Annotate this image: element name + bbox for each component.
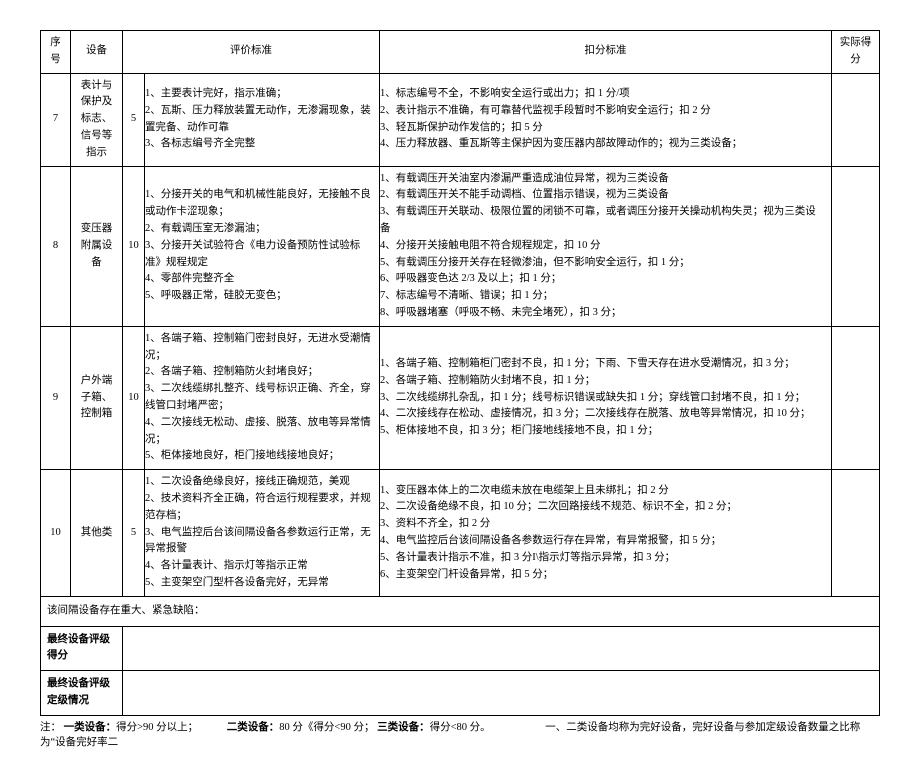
table-row: 7表计与保护及标志、信号等指示51、主要表计完好，指示准确；2、瓦斯、压力释放装… [41,73,880,166]
defect-row: 该间隔设备存在重大、紧急缺陷： [41,596,880,626]
cell-eval: 1、分接开关的电气和机械性能良好，无接触不良或动作卡涩现象；2、有载调压室无渗漏… [145,166,380,326]
cell-score [832,326,880,469]
col-dev: 设备 [71,31,123,74]
cell-score [832,470,880,597]
cell-ded: 1、各端子箱、控制箱柜门密封不良，扣 1 分；下雨、下雪天存在进水受潮情况，扣 … [380,326,832,469]
cell-weight: 5 [123,73,145,166]
col-score: 实际得分 [832,31,880,74]
table-row: 10其他类51、二次设备绝缘良好，接线正确规范，美观2、技术资料齐全正确，符合运… [41,470,880,597]
header-row: 序号 设备 评价标准 扣分标准 实际得分 [41,31,880,74]
cell-ded: 1、有载调压开关油室内渗漏严重造成油位异常，视为三类设备2、有载调压开关不能手动… [380,166,832,326]
col-ded: 扣分标准 [380,31,832,74]
final-grade-row: 最终设备评级定级情况 [41,671,880,716]
cell-weight: 10 [123,326,145,469]
table-row: 9户外端子箱、控制箱101、各端子箱、控制箱门密封良好，无进水受潮情况；2、各端… [41,326,880,469]
footnote: 注： 一类设备：得分>90 分以上； 二类设备：80 分《得分<90 分； 三类… [40,720,880,752]
evaluation-table: 序号 设备 评价标准 扣分标准 实际得分 7表计与保护及标志、信号等指示51、主… [40,30,880,716]
cell-seq: 7 [41,73,71,166]
col-seq: 序号 [41,31,71,74]
cell-eval: 1、各端子箱、控制箱门密封良好，无进水受潮情况；2、各端子箱、控制箱防火封堵良好… [145,326,380,469]
cell-seq: 9 [41,326,71,469]
cell-dev: 户外端子箱、控制箱 [71,326,123,469]
cell-dev: 其他类 [71,470,123,597]
cell-score [832,166,880,326]
cell-score [832,73,880,166]
cell-dev: 表计与保护及标志、信号等指示 [71,73,123,166]
cell-weight: 10 [123,166,145,326]
cell-ded: 1、标志编号不全，不影响安全运行或出力；扣 1 分/项2、表计指示不准确，有可靠… [380,73,832,166]
cell-ded: 1、变压器本体上的二次电缆未放在电缆架上且未绑扎；扣 2 分2、二次设备绝缘不良… [380,470,832,597]
table-row: 8变压器附属设备101、分接开关的电气和机械性能良好，无接触不良或动作卡涩现象；… [41,166,880,326]
cell-seq: 10 [41,470,71,597]
cell-weight: 5 [123,470,145,597]
col-eval: 评价标准 [123,31,380,74]
cell-dev: 变压器附属设备 [71,166,123,326]
cell-seq: 8 [41,166,71,326]
cell-eval: 1、主要表计完好，指示准确；2、瓦斯、压力释放装置无动作，无渗漏现象，装置完备、… [145,73,380,166]
final-score-row: 最终设备评级得分 [41,626,880,671]
cell-eval: 1、二次设备绝缘良好，接线正确规范，美观2、技术资料齐全正确，符合运行规程要求，… [145,470,380,597]
